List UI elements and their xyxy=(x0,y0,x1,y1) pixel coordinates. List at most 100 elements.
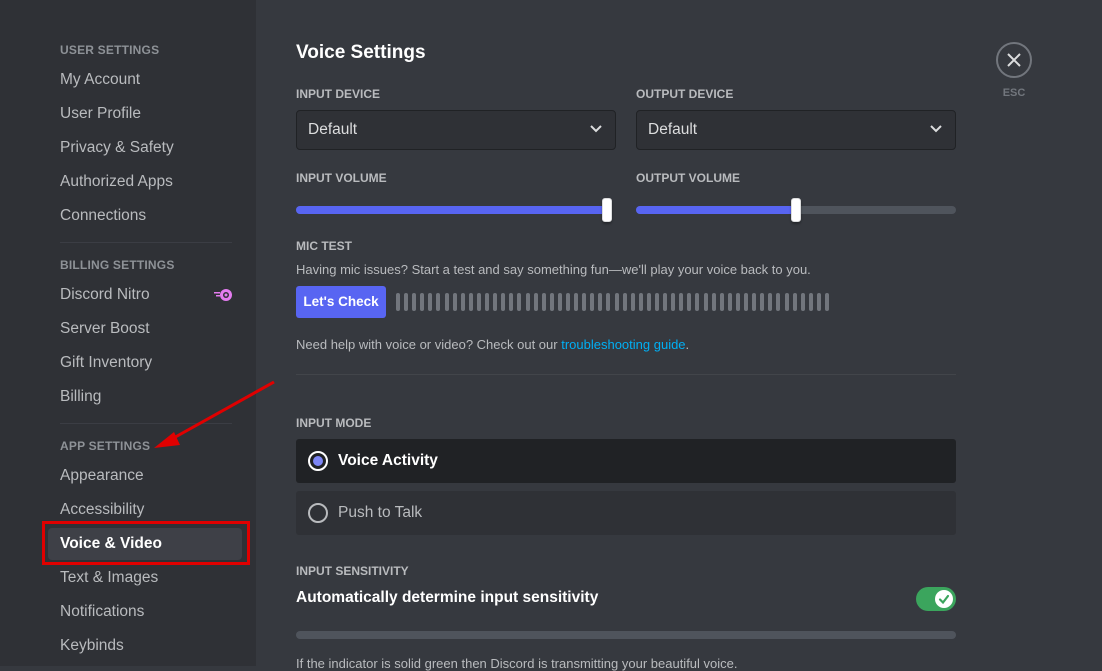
mic-level-bar xyxy=(711,293,716,311)
mic-level-bar xyxy=(679,293,684,311)
sensitivity-note: If the indicator is solid green then Dis… xyxy=(296,656,738,671)
radio-unselected-icon xyxy=(308,503,328,523)
mic-level-bar xyxy=(768,293,773,311)
mic-level-bar xyxy=(541,293,546,311)
chevron-down-icon xyxy=(590,125,602,133)
mic-level-bar xyxy=(501,293,506,311)
output-device-value: Default xyxy=(648,121,698,138)
page-title: Voice Settings xyxy=(296,42,426,63)
radio-label: Voice Activity xyxy=(338,452,438,469)
sidebar-divider xyxy=(60,423,232,424)
mic-level-bar xyxy=(565,293,570,311)
mic-level-bar xyxy=(590,293,595,311)
mic-level-bar xyxy=(509,293,514,311)
mic-level-bar xyxy=(655,293,659,311)
mic-level-bar xyxy=(436,293,441,311)
troubleshooting-guide-link[interactable]: troubleshooting guide xyxy=(561,337,685,352)
sidebar-item-appearance[interactable]: Appearance xyxy=(48,460,242,492)
input-mode-label: Input Mode xyxy=(296,416,372,430)
mic-level-bar xyxy=(557,293,562,311)
mic-level-bar xyxy=(396,293,400,311)
section-divider xyxy=(296,374,956,375)
sidebar-item-authorized-apps[interactable]: Authorized Apps xyxy=(48,166,242,198)
sidebar-item-billing[interactable]: Billing xyxy=(48,381,242,413)
mic-level-bar xyxy=(452,293,457,311)
mic-level-bar xyxy=(428,293,433,311)
mic-level-bar xyxy=(493,293,498,311)
sidebar-item-keybinds[interactable]: Keybinds xyxy=(48,630,242,662)
settings-sidebar: User Settings My Account User Profile Pr… xyxy=(0,0,256,666)
checkmark-icon xyxy=(938,594,950,605)
input-sensitivity-label: Input Sensitivity xyxy=(296,564,409,578)
radio-voice-activity[interactable]: Voice Activity xyxy=(296,439,956,483)
mic-level-bar xyxy=(476,293,481,311)
input-volume-slider[interactable] xyxy=(296,198,612,222)
sidebar-item-notifications[interactable]: Notifications xyxy=(48,596,242,628)
mic-level-bar xyxy=(525,293,530,311)
auto-sensitivity-toggle[interactable] xyxy=(916,587,956,611)
mic-level-bar xyxy=(468,293,473,311)
sidebar-divider xyxy=(60,242,232,243)
sidebar-item-text-images[interactable]: Text & Images xyxy=(48,562,242,594)
sidebar-item-user-profile[interactable]: User Profile xyxy=(48,98,242,130)
annotation-highlight-box xyxy=(42,521,250,565)
mic-level-bar xyxy=(598,293,603,311)
mic-level-bar xyxy=(533,293,538,311)
mic-level-bar xyxy=(735,293,740,311)
sensitivity-meter xyxy=(296,631,956,639)
mic-level-bar xyxy=(784,293,789,311)
help-prefix: Need help with voice or video? Check out… xyxy=(296,337,562,352)
close-icon xyxy=(1007,53,1021,67)
section-header-app-settings: App Settings xyxy=(60,439,151,453)
mic-level-bar xyxy=(671,293,676,311)
output-volume-label: Output Volume xyxy=(636,171,740,185)
mic-level-bar xyxy=(776,293,781,311)
sidebar-item-server-boost[interactable]: Server Boost xyxy=(48,313,242,345)
mic-level-bar xyxy=(444,293,449,311)
sidebar-item-label: Discord Nitro xyxy=(60,286,150,303)
slider-handle[interactable] xyxy=(791,198,801,222)
toggle-knob xyxy=(935,590,953,608)
mic-level-bar xyxy=(404,293,409,311)
mic-level-bar xyxy=(687,293,692,311)
help-suffix: . xyxy=(685,337,690,352)
input-volume-label: Input Volume xyxy=(296,171,387,185)
mic-level-bar xyxy=(622,293,627,311)
mic-level-bar xyxy=(744,293,749,311)
sidebar-item-my-account[interactable]: My Account xyxy=(48,64,242,96)
mic-level-bar xyxy=(646,293,651,311)
sidebar-item-connections[interactable]: Connections xyxy=(48,200,242,232)
input-device-value: Default xyxy=(308,121,358,138)
auto-sensitivity-label: Automatically determine input sensitivit… xyxy=(296,589,599,606)
section-header-billing-settings: Billing Settings xyxy=(60,258,175,272)
sidebar-item-privacy-safety[interactable]: Privacy & Safety xyxy=(48,132,242,164)
mic-test-label: Mic Test xyxy=(296,239,352,253)
mic-level-bar xyxy=(420,293,425,311)
lets-check-button[interactable]: Let's Check xyxy=(296,286,386,318)
slider-fill xyxy=(296,206,612,214)
mic-level-bar xyxy=(816,293,821,311)
mic-level-bar xyxy=(549,293,554,311)
mic-level-bar xyxy=(412,293,417,311)
chevron-down-icon xyxy=(930,125,942,133)
sidebar-item-discord-nitro[interactable]: Discord Nitro xyxy=(48,279,242,311)
input-device-label: Input Device xyxy=(296,87,381,101)
mic-level-bar xyxy=(695,293,700,311)
mic-level-bar xyxy=(719,293,724,311)
radio-selected-icon xyxy=(308,451,328,471)
close-button[interactable] xyxy=(996,42,1032,78)
section-header-user-settings: User Settings xyxy=(60,43,160,57)
slider-handle[interactable] xyxy=(602,198,612,222)
mic-level-bar xyxy=(808,293,813,311)
mic-level-bar xyxy=(485,293,490,311)
input-device-select[interactable]: Default xyxy=(296,110,616,150)
mic-level-bar xyxy=(792,293,797,311)
esc-label: ESC xyxy=(1002,87,1026,99)
sidebar-item-gift-inventory[interactable]: Gift Inventory xyxy=(48,347,242,379)
radio-push-to-talk[interactable]: Push to Talk xyxy=(296,491,956,535)
output-device-select[interactable]: Default xyxy=(636,110,956,150)
help-text: Need help with voice or video? Check out… xyxy=(296,337,689,352)
mic-level-bar xyxy=(574,293,579,311)
mic-level-bar xyxy=(517,293,522,311)
output-volume-slider[interactable] xyxy=(636,198,956,222)
